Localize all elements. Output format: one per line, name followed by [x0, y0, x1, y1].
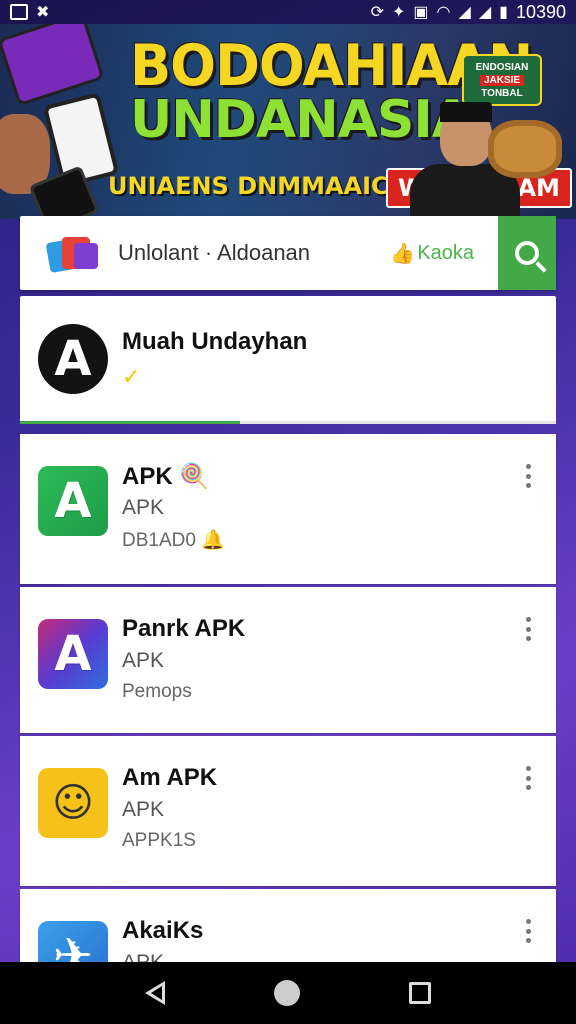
wifi-icon: ◠: [436, 4, 451, 21]
profile-name: Muah Undayhan: [122, 328, 308, 355]
search-button[interactable]: [498, 216, 556, 290]
app-name-text: APK: [122, 463, 173, 490]
person-cap: [440, 102, 492, 122]
app-icon[interactable]: ☺: [38, 768, 108, 838]
banner-badge: ENDOSIAN JAKSIE TONBAL: [462, 54, 542, 106]
badge-bottom-text: TONBAL: [481, 87, 523, 99]
avatar[interactable]: A: [38, 324, 108, 394]
signal-icon: ◢: [458, 4, 471, 21]
nfc-icon: ▣: [413, 4, 429, 21]
back-icon[interactable]: [144, 981, 165, 1005]
battery-icon: ▮: [499, 4, 508, 21]
app-name: Panrk APK: [122, 615, 246, 642]
app-type: APK: [122, 649, 165, 672]
search-icon: [515, 241, 539, 265]
more-options-icon[interactable]: [524, 766, 532, 790]
image-icon: [10, 4, 28, 20]
app-meta: Pemops: [122, 681, 192, 702]
list-item[interactable]: A Panrk APK APK Pemops: [20, 587, 556, 733]
search-bar[interactable]: Unlolant · Aldoanan 👍 Kaoka: [20, 216, 556, 290]
app-type: APK: [122, 496, 165, 519]
search-input[interactable]: Unlolant · Aldoanan: [118, 240, 390, 266]
more-options-icon[interactable]: [524, 919, 532, 943]
app-icon[interactable]: A: [38, 619, 108, 689]
apps-icon-card: [74, 243, 98, 269]
home-icon[interactable]: [273, 980, 300, 1006]
app-icon-letter: A: [54, 473, 92, 529]
list-item[interactable]: A APK 🍭 APK DB1AD0 🔔: [20, 434, 556, 584]
close-icon: ✖: [36, 4, 50, 21]
more-options-icon[interactable]: [524, 617, 532, 641]
app-name-suffix: 🍭: [179, 463, 210, 490]
app-meta: APPK1S: [122, 830, 196, 851]
promo-banner[interactable]: BODOAHIAAN UNDANASIA UNIAENS DNMMAAIC CO…: [0, 24, 576, 219]
status-time: 10390: [515, 1, 566, 22]
app-list: A APK 🍭 APK DB1AD0 🔔 A Panrk APK APK Pem…: [20, 434, 556, 1024]
badge-mid-text: JAKSIE: [479, 74, 525, 86]
app-icon[interactable]: A: [38, 466, 108, 536]
brand-label: Kaoka: [417, 241, 474, 264]
recent-apps-icon[interactable]: [409, 982, 432, 1004]
thumbs-up-icon: 👍: [390, 242, 416, 265]
app-name: APK 🍭: [122, 462, 209, 491]
app-icon-letter: A: [54, 626, 92, 682]
app-meta: DB1AD0 🔔: [122, 530, 225, 551]
cookie-illustration: [488, 120, 562, 178]
status-left: ✖: [10, 2, 49, 22]
app-icon-letter: ☺: [52, 780, 94, 826]
badge-top-text: ENDOSIAN: [475, 61, 529, 73]
apps-icon: [45, 233, 100, 274]
app-name: AkaiKs: [122, 917, 204, 944]
progress-bar: [20, 421, 240, 424]
signal-icon: ◢: [478, 4, 492, 21]
sync-icon: ⟳: [370, 4, 384, 21]
more-options-icon[interactable]: [524, 464, 532, 488]
vibrate-icon: ✦: [392, 4, 406, 21]
status-bar: ✖ ⟳ ✦ ▣ ◠ ◢ ◢ ▮ 10390: [0, 0, 576, 24]
navigation-bar: [0, 962, 576, 1024]
badge-icon: ✓: [122, 364, 141, 389]
app-name: Am APK: [122, 764, 218, 791]
brand-link[interactable]: 👍 Kaoka: [390, 241, 474, 266]
profile-card[interactable]: A Muah Undayhan ✓: [20, 296, 556, 424]
app-type: APK: [122, 798, 165, 821]
list-item[interactable]: ☺ Am APK APK APPK1S: [20, 736, 556, 886]
status-right: ⟳ ✦ ▣ ◠ ◢ ◢ ▮ 10390: [371, 2, 566, 23]
